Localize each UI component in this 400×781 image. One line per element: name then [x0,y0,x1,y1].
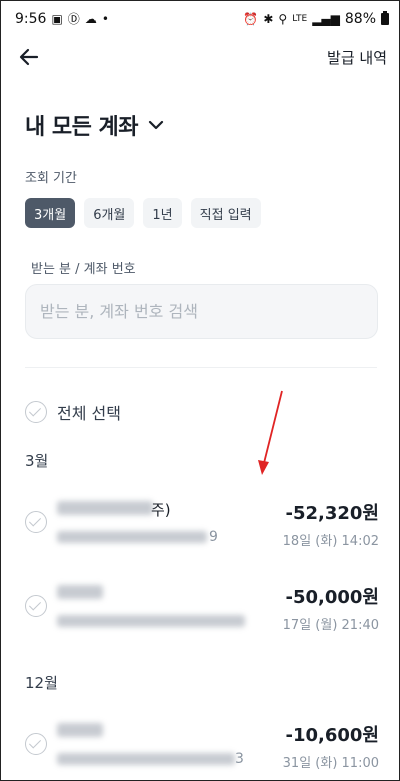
month-header: 12월 [25,674,58,692]
transaction-datetime: 17일 (월) 21:40 [282,618,379,633]
signal-icon: ▂▄▆ [312,12,340,26]
network-type: LTE [292,13,308,24]
redacted-account [57,531,207,543]
redacted-name [57,585,103,599]
recipient-name: 주) [151,501,171,519]
period-label: 조회 기간 [25,171,77,186]
select-all-check-icon [25,401,47,423]
chevron-down-icon [148,120,164,130]
period-6-months[interactable]: 6개월 [84,198,135,228]
row-check-icon[interactable] [25,733,47,755]
app-b-icon: Ⓓ [67,12,80,26]
transaction-row[interactable]: 주) 9 -52,320원 18일 (화) 14:02 [25,487,379,559]
page-title: 내 모든 계좌 [25,115,139,140]
row-check-icon[interactable] [25,595,47,617]
search-label: 받는 분 / 계좌 번호 [31,262,136,277]
bluetooth-icon: ✱ [263,12,274,26]
alarm-icon: ⏰ [243,12,259,26]
select-all-toggle[interactable]: 전체 선택 [25,400,121,424]
status-bar: 9:56 ▣ Ⓓ ☁ • ⏰ ✱ ⚲ LTE ▂▄▆ 88% [1,1,399,37]
account-selector[interactable]: 내 모든 계좌 [25,109,166,141]
transaction-amount: -50,000원 [285,587,380,608]
app-header: 발급 내역 [1,37,399,79]
select-all-label: 전체 선택 [57,404,121,423]
period-3-months[interactable]: 3개월 [25,198,76,228]
gallery-icon: ▣ [51,12,63,26]
transaction-amount: -52,320원 [285,503,380,524]
section-divider [25,367,377,368]
period-options: 3개월 6개월 1년 직접 입력 [25,198,261,228]
transaction-datetime: 31일 (화) 11:00 [282,756,379,771]
battery-icon [381,11,389,25]
redacted-account [57,753,235,765]
redacted-name [57,723,103,737]
transaction-row[interactable]: -50,000원 17일 (월) 21:40 [25,571,379,643]
battery-level: 88% [344,11,376,27]
period-custom[interactable]: 직접 입력 [190,198,261,228]
transaction-amount: -10,600원 [285,725,380,746]
cloud-icon: ☁ [84,12,97,26]
transaction-row[interactable]: 3 -10,600원 31일 (화) 11:00 [25,709,380,780]
screen: 9:56 ▣ Ⓓ ☁ • ⏰ ✱ ⚲ LTE ▂▄▆ 88% 발급 내역 내 모… [0,0,400,781]
status-left: 9:56 ▣ Ⓓ ☁ • [15,11,109,27]
recipient-search-input[interactable] [25,284,378,339]
status-right: ⏰ ✱ ⚲ LTE ▂▄▆ 88% [243,11,389,27]
issue-history-link[interactable]: 발급 내역 [327,47,387,68]
account-number: 9 [209,529,218,545]
back-arrow-icon[interactable] [17,45,41,69]
transaction-datetime: 18일 (화) 14:02 [282,534,379,549]
redacted-account [57,615,245,627]
status-time: 9:56 [15,11,47,27]
period-1-year[interactable]: 1년 [143,198,182,228]
location-icon: ⚲ [278,12,288,26]
more-notifications-icon: • [101,12,109,26]
account-number: 3 [235,751,244,767]
redacted-name [57,501,153,515]
month-header: 3월 [25,452,49,470]
row-check-icon[interactable] [25,511,47,533]
